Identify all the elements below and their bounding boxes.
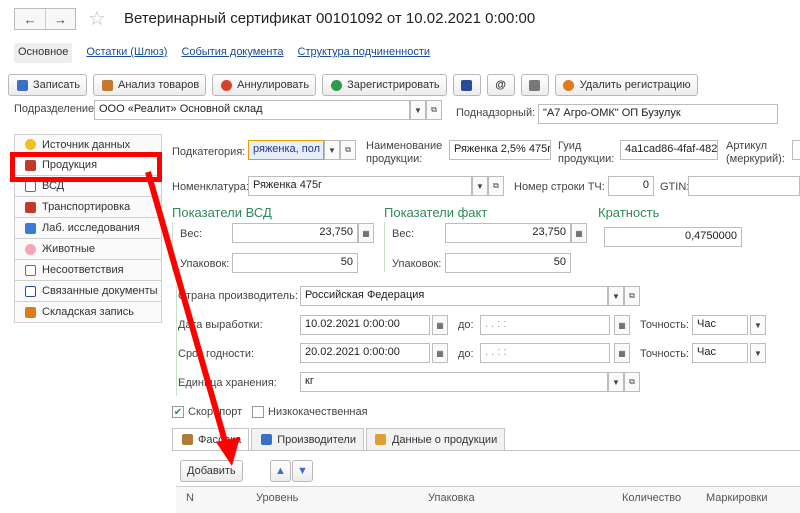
- annotation-arrow-head: [216, 437, 240, 466]
- annotation-arrow: [145, 171, 240, 466]
- annotation-arrow-shaft: [145, 171, 231, 453]
